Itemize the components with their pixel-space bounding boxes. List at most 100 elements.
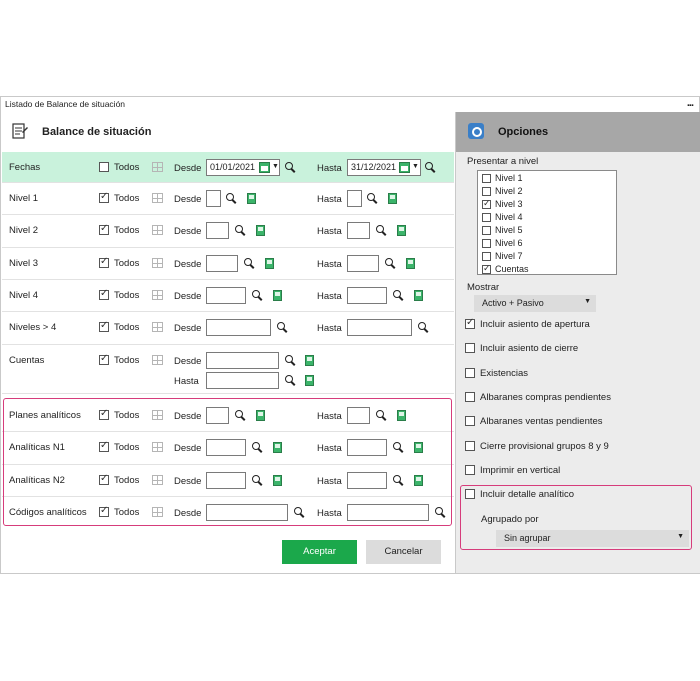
hasta-input[interactable] (347, 255, 379, 272)
row-label: Fechas (9, 162, 41, 173)
chevron-down-icon: ▼ (584, 298, 591, 305)
hasta-input[interactable] (347, 222, 370, 239)
level-item[interactable]: Nivel 6 (482, 238, 523, 249)
option-checkbox[interactable] (465, 465, 475, 476)
search-icon[interactable] (244, 258, 255, 269)
book-icon[interactable] (305, 375, 314, 386)
todos-checkbox[interactable] (99, 256, 109, 268)
page-title: Balance de situación (42, 126, 152, 138)
book-icon[interactable] (247, 193, 256, 204)
desde-label: Desde (174, 259, 202, 270)
grid-icon[interactable] (152, 290, 163, 300)
hasta-label: Hasta (317, 194, 342, 205)
option-albaranes-compras[interactable]: Albaranes compras pendientes (465, 392, 611, 403)
search-icon[interactable] (425, 162, 436, 173)
highlight-analitic-rows (3, 398, 452, 526)
search-icon[interactable] (226, 193, 237, 204)
option-cierre[interactable]: Incluir asiento de cierre (465, 343, 578, 354)
accept-button[interactable]: Aceptar (282, 540, 357, 564)
desde-input[interactable] (206, 352, 279, 369)
grid-icon[interactable] (152, 258, 163, 268)
desde-input[interactable] (206, 190, 221, 207)
book-icon[interactable] (414, 290, 423, 301)
level-item[interactable]: Nivel 4 (482, 212, 523, 223)
grid-icon[interactable] (152, 193, 163, 203)
level-item[interactable]: Nivel 3 (482, 198, 523, 210)
chevron-down-icon[interactable]: ▼ (272, 163, 279, 170)
option-existencias[interactable]: Existencias (465, 368, 528, 379)
search-icon[interactable] (285, 375, 296, 386)
option-label: Incluir asiento de cierre (480, 343, 579, 354)
search-icon[interactable] (285, 355, 296, 366)
search-icon[interactable] (277, 322, 288, 333)
grid-icon[interactable] (152, 355, 163, 365)
desde-input[interactable] (206, 255, 238, 272)
highlight-analitic-options (460, 485, 692, 550)
hasta-input[interactable] (347, 319, 412, 336)
option-checkbox[interactable] (465, 343, 475, 354)
option-checkbox[interactable] (465, 317, 475, 330)
search-icon[interactable] (385, 258, 396, 269)
todos-label: Todos (114, 225, 140, 236)
level-checkbox[interactable] (482, 213, 491, 223)
option-imprimir-vertical[interactable]: Imprimir en vertical (465, 465, 560, 476)
search-icon[interactable] (418, 322, 429, 333)
level-checkbox[interactable] (482, 263, 491, 275)
calendar-icon[interactable] (259, 162, 270, 173)
level-item[interactable]: Nivel 1 (482, 173, 523, 184)
book-icon[interactable] (397, 225, 406, 236)
level-item[interactable]: Nivel 5 (482, 225, 523, 236)
level-checkbox[interactable] (482, 198, 491, 210)
level-checkbox[interactable] (482, 226, 491, 236)
level-checkbox[interactable] (482, 187, 491, 197)
book-icon[interactable] (305, 355, 314, 366)
level-label: Nivel 3 (495, 199, 523, 209)
todos-checkbox[interactable] (99, 320, 109, 332)
hasta-input[interactable] (347, 190, 362, 207)
desde-input[interactable] (206, 319, 271, 336)
level-checkbox[interactable] (482, 174, 491, 184)
level-label: Nivel 4 (495, 212, 523, 222)
option-checkbox[interactable] (465, 368, 475, 379)
option-cierre-provisional[interactable]: Cierre provisional grupos 8 y 9 (465, 441, 609, 452)
row-cuentas: Cuentas Todos Desde Hasta (2, 345, 454, 394)
level-item[interactable]: Cuentas (482, 263, 529, 275)
book-icon[interactable] (256, 225, 265, 236)
todos-checkbox[interactable] (99, 223, 109, 235)
window-menu-icon[interactable]: ... (687, 97, 694, 109)
level-item[interactable]: Nivel 2 (482, 186, 523, 197)
search-icon[interactable] (393, 290, 404, 301)
book-icon[interactable] (388, 193, 397, 204)
todos-checkbox[interactable] (99, 191, 109, 203)
grid-icon[interactable] (152, 225, 163, 235)
hasta-input[interactable] (206, 372, 279, 389)
todos-checkbox[interactable] (99, 162, 109, 172)
option-checkbox[interactable] (465, 441, 475, 452)
desde-input[interactable] (206, 222, 229, 239)
book-icon[interactable] (265, 258, 274, 269)
mostrar-select[interactable]: Activo + Pasivo ▼ (474, 295, 596, 312)
chevron-down-icon[interactable]: ▼ (412, 163, 419, 170)
book-icon[interactable] (406, 258, 415, 269)
search-icon[interactable] (252, 290, 263, 301)
search-icon[interactable] (367, 193, 378, 204)
todos-checkbox[interactable] (99, 288, 109, 300)
search-icon[interactable] (235, 225, 246, 236)
option-checkbox[interactable] (465, 392, 475, 403)
book-icon[interactable] (273, 290, 282, 301)
option-checkbox[interactable] (465, 416, 475, 427)
level-checkbox[interactable] (482, 252, 491, 262)
calendar-icon[interactable] (399, 162, 410, 173)
grid-icon[interactable] (152, 322, 163, 332)
option-albaranes-ventas[interactable]: Albaranes ventas pendientes (465, 416, 603, 427)
todos-checkbox[interactable] (99, 353, 109, 365)
level-item[interactable]: Nivel 7 (482, 251, 523, 262)
option-apertura[interactable]: Incluir asiento de apertura (465, 317, 590, 330)
desde-input[interactable] (206, 287, 246, 304)
search-icon[interactable] (285, 162, 296, 173)
cancel-button[interactable]: Cancelar (366, 540, 441, 564)
grid-icon[interactable] (152, 162, 163, 172)
search-icon[interactable] (376, 225, 387, 236)
hasta-input[interactable] (347, 287, 387, 304)
level-checkbox[interactable] (482, 239, 491, 249)
